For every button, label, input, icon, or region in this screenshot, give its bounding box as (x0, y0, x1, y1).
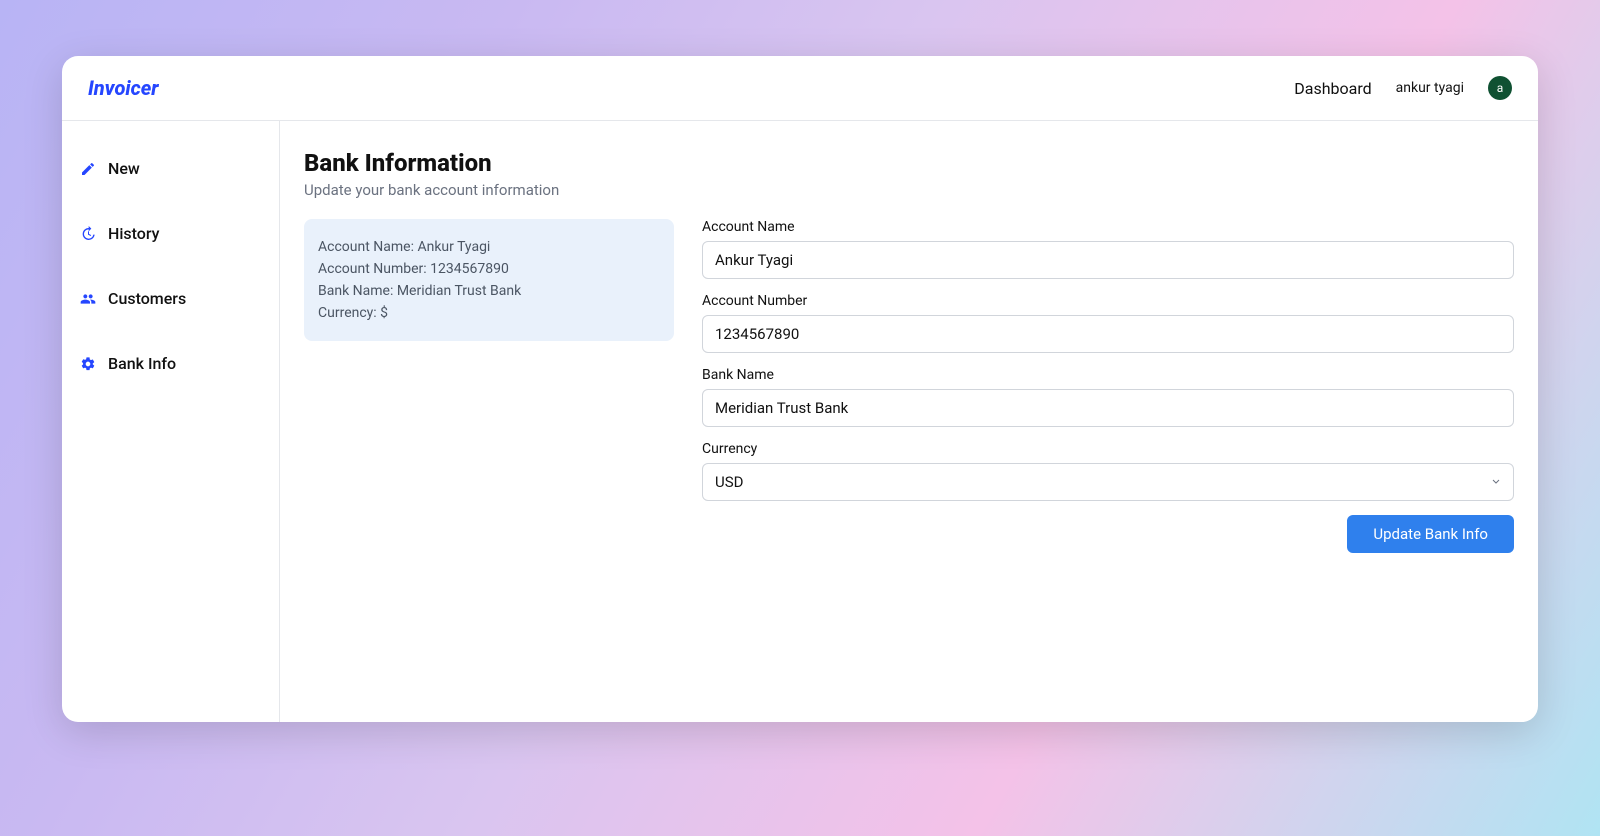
summary-value: 1234567890 (430, 261, 509, 277)
main-content: Bank Information Update your bank accoun… (280, 121, 1538, 722)
account-name-input[interactable] (702, 241, 1514, 279)
topbar: Invoicer Dashboard ankur tyagi a (62, 56, 1538, 121)
sidebar-item-label: History (108, 224, 160, 243)
username-label: ankur tyagi (1396, 80, 1464, 96)
sidebar-item-new[interactable]: New (80, 149, 261, 188)
summary-label: Bank Name: (318, 283, 397, 299)
page-title: Bank Information (304, 149, 1514, 177)
app-window: Invoicer Dashboard ankur tyagi a New His… (62, 56, 1538, 722)
form-actions: Update Bank Info (702, 515, 1514, 553)
bank-name-input[interactable] (702, 389, 1514, 427)
sidebar: New History Customers Bank Info (62, 121, 280, 722)
currency-select[interactable]: USD (702, 463, 1514, 501)
summary-label: Account Number: (318, 261, 430, 277)
currency-label: Currency (702, 441, 1514, 457)
update-bank-info-button[interactable]: Update Bank Info (1347, 515, 1514, 553)
page-subtitle: Update your bank account information (304, 181, 1514, 199)
summary-label: Currency: (318, 305, 380, 321)
summary-value: $ (380, 305, 388, 321)
dashboard-link[interactable]: Dashboard (1294, 79, 1371, 98)
sidebar-item-bank-info[interactable]: Bank Info (80, 344, 261, 383)
gear-icon (80, 356, 96, 372)
sidebar-item-customers[interactable]: Customers (80, 279, 261, 318)
users-icon (80, 291, 96, 307)
history-icon (80, 226, 96, 242)
avatar[interactable]: a (1488, 76, 1512, 100)
sidebar-item-history[interactable]: History (80, 214, 261, 253)
sidebar-item-label: Bank Info (108, 354, 176, 373)
summary-account-name: Account Name: Ankur Tyagi (318, 239, 660, 255)
edit-icon (80, 161, 96, 177)
summary-value: Meridian Trust Bank (397, 283, 521, 299)
app-body: New History Customers Bank Info (62, 121, 1538, 722)
account-number-input[interactable] (702, 315, 1514, 353)
sidebar-item-label: New (108, 159, 140, 178)
bank-name-label: Bank Name (702, 367, 1514, 383)
content-row: Account Name: Ankur Tyagi Account Number… (304, 219, 1514, 553)
summary-bank-name: Bank Name: Meridian Trust Bank (318, 283, 660, 299)
field-bank-name: Bank Name (702, 367, 1514, 427)
summary-label: Account Name: (318, 239, 417, 255)
account-number-label: Account Number (702, 293, 1514, 309)
sidebar-item-label: Customers (108, 289, 186, 308)
field-account-number: Account Number (702, 293, 1514, 353)
topbar-right: Dashboard ankur tyagi a (1294, 76, 1512, 100)
brand-logo[interactable]: Invoicer (88, 76, 158, 100)
bank-form: Account Name Account Number Bank Name Cu… (702, 219, 1514, 553)
summary-currency: Currency: $ (318, 305, 660, 321)
field-account-name: Account Name (702, 219, 1514, 279)
summary-account-number: Account Number: 1234567890 (318, 261, 660, 277)
field-currency: Currency USD (702, 441, 1514, 501)
bank-summary-card: Account Name: Ankur Tyagi Account Number… (304, 219, 674, 341)
summary-value: Ankur Tyagi (417, 239, 490, 255)
account-name-label: Account Name (702, 219, 1514, 235)
